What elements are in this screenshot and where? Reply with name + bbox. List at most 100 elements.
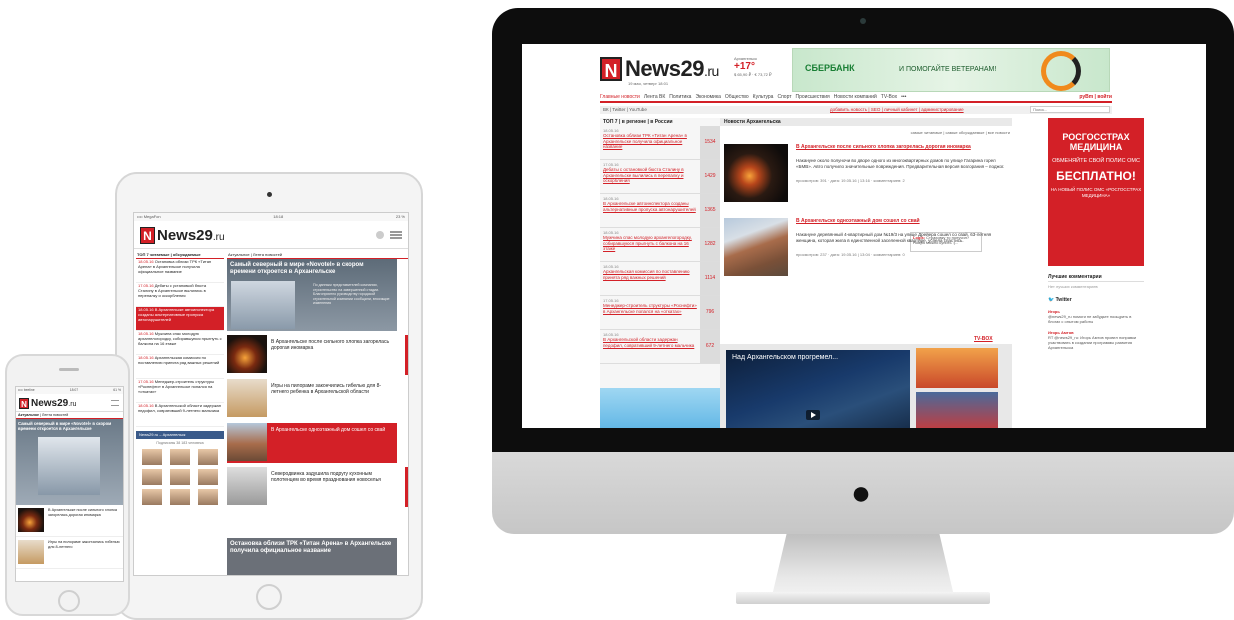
- top7-item[interactable]: 18.05.16 В Архангельске автоинспектора со…: [600, 194, 720, 228]
- sberbank-banner[interactable]: СБЕРБАНК И ПОМОГАЙТЕ ВЕТЕРАНАМ!: [792, 48, 1110, 92]
- list-item[interactable]: 18.05.16 Мужчина спас молодую архангелог…: [136, 331, 224, 355]
- list-item[interactable]: 18.05.16 Остановка облизи ТРК «Титан Аре…: [136, 259, 224, 283]
- avatar[interactable]: [170, 489, 190, 505]
- top7-title[interactable]: Менеджер-строитель структуры «Роснефти» …: [603, 303, 698, 314]
- user-links[interactable]: добавить новость | SEO | личный кабинет …: [830, 107, 964, 112]
- desktop-logo[interactable]: N News29.ru: [600, 56, 719, 82]
- nav-item-more[interactable]: •••: [901, 94, 906, 101]
- story-row[interactable]: В Архангельске после сильного хлопка заг…: [16, 505, 123, 537]
- top7-title[interactable]: Остановка облизи ТРК «Титан Арена» в Арх…: [603, 133, 698, 150]
- list-item[interactable]: 18.05.16 В Архангельской области задержа…: [136, 403, 224, 427]
- avatar[interactable]: [142, 449, 162, 465]
- top7-item[interactable]: 18.05.16 В Архангельской области задержан…: [600, 330, 720, 364]
- top7-title[interactable]: Мужчина спас молодую архангелогородку, с…: [603, 235, 698, 252]
- left-ad-banner[interactable]: [600, 388, 720, 428]
- hero-title[interactable]: Самый северный в мире «Novotel» в скором…: [230, 262, 390, 276]
- list-item-active[interactable]: 18.05.16 В Архангельске автоинспектора с…: [136, 307, 224, 331]
- avatar[interactable]: [198, 469, 218, 485]
- hero-story[interactable]: Самый северный в мире «Novotel» в скором…: [227, 259, 397, 331]
- top-list-tabs[interactable]: ТОП 7 читаемые | обсуждаемые: [136, 251, 224, 259]
- story-title[interactable]: В Архангельске после сильного хлопка заг…: [271, 339, 393, 351]
- video-thumbnail[interactable]: [916, 392, 998, 428]
- news-thumbnail[interactable]: [724, 218, 788, 276]
- story-thumbnail[interactable]: [227, 423, 267, 461]
- tablet-logo[interactable]: N News29.ru: [140, 227, 225, 244]
- story-thumbnail[interactable]: [227, 467, 267, 505]
- story-thumbnail[interactable]: [18, 540, 44, 564]
- story-thumbnail[interactable]: [227, 335, 267, 373]
- rosgosstrakh-ad[interactable]: РОСГОССТРАХ МЕДИЦИНА ОБМЕНЯЙТЕ СВОЙ ПОЛИ…: [1048, 118, 1144, 266]
- top7-title[interactable]: В Архангельской области задержан педофил…: [603, 337, 698, 348]
- video-thumbnail[interactable]: [916, 348, 998, 388]
- list-item[interactable]: 17.05.16 Менеджер-строитель структуры «Р…: [136, 379, 224, 403]
- hamburger-menu-icon[interactable]: [111, 400, 119, 406]
- top7-item[interactable]: 17.05.16 Дебаты с остановкой бюста Сталин…: [600, 160, 720, 194]
- list-item[interactable]: 18.05.16 Архангельская комиссия по поста…: [136, 355, 224, 379]
- news-title[interactable]: В Архангельске после сильного хлопка заг…: [796, 144, 1008, 150]
- top7-title[interactable]: В Архангельске автоинспектора созданы ал…: [603, 201, 698, 212]
- tweet[interactable]: Игорь @news29_ru помоги не забудьте поощр…: [1048, 309, 1144, 324]
- logo-tld: .ru: [212, 232, 225, 243]
- top7-item[interactable]: 18.05.16 Архангельская комиссия по постав…: [600, 262, 720, 296]
- vk-widget-header[interactable]: News29.ru – Архангельск: [136, 431, 224, 439]
- story-thumbnail[interactable]: [18, 508, 44, 532]
- phone-hero-story[interactable]: Самый северный в мире «Novotel» в скором…: [16, 419, 123, 505]
- tweet[interactable]: Игорь Амтов RT @news29_ru: Игорь Амтов пр…: [1048, 330, 1144, 350]
- phone-logo[interactable]: N News29.ru: [19, 398, 76, 409]
- top7-item[interactable]: 18.05.16 Остановка облизи ТРК «Титан Арен…: [600, 126, 720, 160]
- imac-bezel: N News29.ru 19 мая, четверг 18:01 Арханг…: [492, 8, 1234, 452]
- login-link[interactable]: руВm | войти: [1079, 94, 1112, 101]
- bottom-story-title[interactable]: Остановка облизи ТРК «Титан Арена» в Арх…: [230, 541, 394, 555]
- avatar[interactable]: [142, 469, 162, 485]
- nav-item-sport[interactable]: Спорт: [777, 94, 791, 101]
- story-row[interactable]: В Архангельске после сильного хлопка заг…: [227, 335, 397, 375]
- story-row[interactable]: Игры на пилораме закончились гибелью для…: [227, 379, 397, 419]
- search-input[interactable]: [1030, 106, 1110, 113]
- nav-item-incidents[interactable]: Происшествия: [796, 94, 830, 101]
- list-item[interactable]: 17.05.16 Дебаты с установкой бюста Стали…: [136, 283, 224, 307]
- story-title[interactable]: Северодвинка задушила подругу кухонным п…: [271, 471, 393, 483]
- news-filter[interactable]: самые читаемые | самые обсуждаемые | все…: [911, 130, 1010, 135]
- hamburger-menu-icon[interactable]: [390, 231, 402, 239]
- nav-item-main[interactable]: Главные новости: [600, 94, 640, 101]
- nav-item-economy[interactable]: Экономика: [695, 94, 720, 101]
- nav-item-politics[interactable]: Политика: [669, 94, 691, 101]
- nav-item-vk[interactable]: Лента ВК: [644, 94, 665, 101]
- nav-item-tvbox[interactable]: TV-Box: [881, 94, 897, 101]
- nav-item-company-news[interactable]: Новости компаний: [834, 94, 877, 101]
- feed-tabs[interactable]: Актуальное | Лента новостей: [227, 251, 408, 259]
- top7-item[interactable]: 18.05.16 Мужчина спас молодую архангелого…: [600, 228, 720, 262]
- avatar[interactable]: [170, 449, 190, 465]
- top7-title[interactable]: Дебаты с остановкой бюста Сталину в Арха…: [603, 167, 698, 184]
- avatar[interactable]: [142, 489, 162, 505]
- tab-actual[interactable]: Актуальное: [18, 413, 39, 417]
- avatar[interactable]: [198, 489, 218, 505]
- hero-title[interactable]: Самый северный в мире «Novotel» в скором…: [18, 421, 118, 431]
- story-title[interactable]: В Архангельске после сильного хлопка заг…: [48, 508, 122, 517]
- top7-title[interactable]: Архангельская комиссия по поставлению пр…: [603, 269, 698, 280]
- news-item[interactable]: В Архангельске одноэтажный дом сошел со …: [724, 218, 1012, 282]
- news-item[interactable]: В Архангельске после сильного хлопка заг…: [724, 144, 1012, 208]
- user-icon[interactable]: [376, 231, 384, 239]
- story-row-highlight[interactable]: В Архангельске одноэтажный дом сошел со …: [227, 423, 397, 463]
- story-title[interactable]: Игры на пилораме закончились гибелью для…: [48, 540, 122, 549]
- top7-item[interactable]: 17.05.16 Менеджер-строитель структуры «Ро…: [600, 296, 720, 330]
- story-title[interactable]: Игры на пилораме закончились гибелью для…: [271, 383, 393, 395]
- avatar[interactable]: [198, 449, 218, 465]
- story-row[interactable]: Северодвинка задушила подругу кухонным п…: [227, 467, 397, 507]
- video-player[interactable]: Над Архангельском прогремел...: [726, 350, 910, 428]
- news-title[interactable]: В Архангельске одноэтажный дом сошел со …: [796, 218, 1008, 224]
- avatar[interactable]: [170, 469, 190, 485]
- nav-item-society[interactable]: Общество: [725, 94, 749, 101]
- story-thumbnail[interactable]: [227, 379, 267, 417]
- tab-feed[interactable]: Лента новостей: [42, 413, 68, 417]
- play-icon[interactable]: [806, 410, 820, 420]
- bottom-story[interactable]: Остановка облизи ТРК «Титан Арена» в Арх…: [227, 538, 397, 575]
- nav-item-culture[interactable]: Культура: [753, 94, 774, 101]
- social-links[interactable]: ВК | Twitter | YouTube: [603, 107, 647, 112]
- tvbox-label[interactable]: TV-BOX: [974, 336, 993, 342]
- news-thumbnail[interactable]: [724, 144, 788, 202]
- story-title[interactable]: В Архангельске одноэтажный дом сошел со …: [271, 427, 393, 433]
- story-row[interactable]: Игры на пилораме закончились гибелью для…: [16, 537, 123, 569]
- banner-brand: СБЕРБАНК: [805, 63, 855, 73]
